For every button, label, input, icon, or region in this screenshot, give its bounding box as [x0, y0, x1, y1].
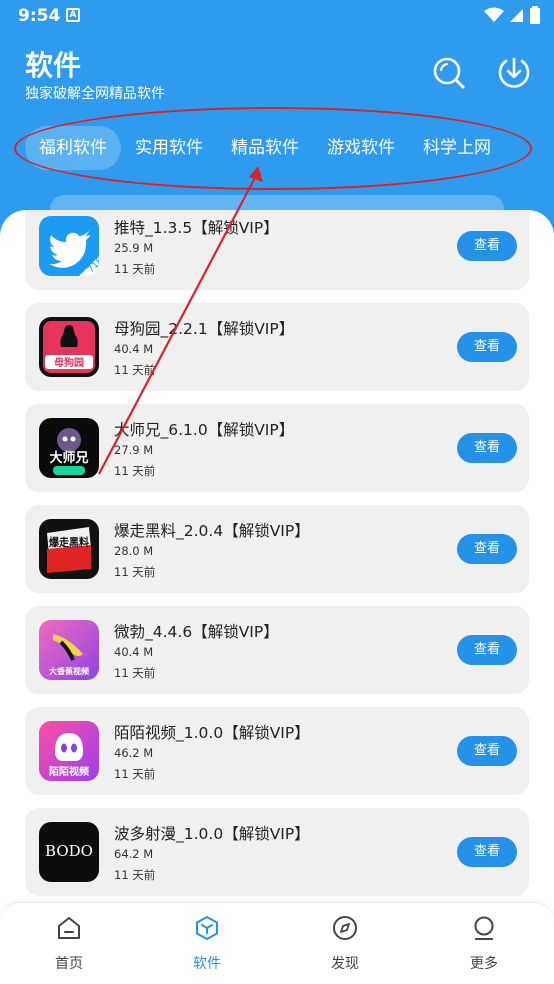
list-item[interactable]: 陌陌视频 陌陌视频_1.0.0【解锁VIP】 46.2 M 11 天前 查看 — [25, 707, 529, 795]
tab-shiyong[interactable]: 实用软件 — [121, 126, 217, 170]
list-item[interactable]: BODO 波多射漫_1.0.0【解锁VIP】 64.2 M 11 天前 查看 — [25, 808, 529, 896]
app-list: 718 推特_1.3.5【解锁VIP】 25.9 M 11 天前 查看 母狗园 … — [0, 210, 554, 902]
svg-text:大师兄: 大师兄 — [49, 450, 88, 466]
home-icon — [58, 917, 80, 939]
app-date: 11 天前 — [114, 565, 156, 579]
person-icon — [474, 916, 494, 940]
view-button[interactable]: 查看 — [457, 433, 517, 463]
view-button[interactable]: 查看 — [457, 231, 517, 261]
list-item[interactable]: 母狗园 母狗园_2.2.1【解锁VIP】 40.4 M 11 天前 查看 — [25, 303, 529, 391]
page-subtitle: 独家破解全网精品软件 — [25, 86, 165, 102]
app-size: 28.0 M — [114, 544, 154, 558]
nav-more-label: 更多 — [470, 956, 498, 972]
wifi-icon — [484, 7, 504, 22]
app-date: 11 天前 — [114, 767, 156, 781]
app-size: 40.4 M — [114, 645, 154, 659]
app-size: 27.9 M — [114, 443, 154, 457]
tab-fuli[interactable]: 福利软件 — [25, 126, 121, 170]
app-name: 推特_1.3.5【解锁VIP】 — [114, 219, 279, 237]
app-name: 母狗园_2.2.1【解锁VIP】 — [114, 320, 295, 338]
status-bar: 9:54 A — [0, 0, 554, 32]
search-button[interactable] — [430, 54, 466, 90]
cube-icon — [196, 916, 218, 940]
battery-icon — [530, 6, 540, 24]
app-date: 11 天前 — [114, 666, 156, 680]
baozou-icon: 爆走黑料 — [39, 519, 99, 579]
view-button[interactable]: 查看 — [457, 837, 517, 867]
notification-icon: A — [66, 8, 80, 22]
svg-text:母狗园: 母狗园 — [54, 356, 84, 369]
bottom-nav: 首页 软件 发现 更多 — [0, 902, 554, 984]
nav-home[interactable]: 首页 — [34, 915, 104, 973]
compass-icon — [333, 916, 357, 940]
page-title: 软件 — [25, 49, 82, 82]
category-tabs: 福利软件 实用软件 精品软件 游戏软件 科学上网 — [25, 126, 505, 170]
app-name: 爆走黑料_2.0.4【解锁VIP】 — [114, 522, 310, 540]
tab-youxi[interactable]: 游戏软件 — [313, 126, 409, 170]
weibo-banana-icon: 大香蕉视频 — [39, 620, 99, 680]
download-button[interactable] — [496, 54, 532, 90]
list-item[interactable]: 爆走黑料 爆走黑料_2.0.4【解锁VIP】 28.0 M 11 天前 查看 — [25, 505, 529, 593]
svg-text:陌陌视频: 陌陌视频 — [49, 765, 89, 778]
list-item[interactable]: 大师兄 大师兄_6.1.0【解锁VIP】 27.9 M 11 天前 查看 — [25, 404, 529, 492]
app-size: 25.9 M — [114, 241, 154, 255]
bodo-icon: BODO — [39, 822, 99, 882]
view-button[interactable]: 查看 — [457, 332, 517, 362]
app-name: 陌陌视频_1.0.0【解锁VIP】 — [114, 724, 310, 742]
app-date: 11 天前 — [114, 262, 156, 276]
nav-more[interactable]: 更多 — [449, 915, 519, 973]
nav-discover[interactable]: 发现 — [310, 915, 380, 973]
app-name: 微勃_4.4.6【解锁VIP】 — [114, 623, 279, 641]
download-icon — [498, 57, 530, 88]
view-button[interactable]: 查看 — [457, 736, 517, 766]
tab-jingpin[interactable]: 精品软件 — [217, 126, 313, 170]
dashixiong-icon: 大师兄 — [39, 418, 99, 478]
svg-text:爆走黑料: 爆走黑料 — [49, 535, 89, 549]
nav-software[interactable]: 软件 — [172, 915, 242, 973]
app-name: 波多射漫_1.0.0【解锁VIP】 — [114, 825, 310, 843]
mugouyuan-icon: 母狗园 — [39, 317, 99, 377]
view-button[interactable]: 查看 — [457, 534, 517, 564]
app-size: 64.2 M — [114, 847, 154, 861]
tab-kexue[interactable]: 科学上网 — [409, 126, 505, 170]
app-size: 40.4 M — [114, 342, 154, 356]
app-name: 大师兄_6.1.0【解锁VIP】 — [114, 421, 295, 439]
list-item[interactable]: 大香蕉视频 微勃_4.4.6【解锁VIP】 40.4 M 11 天前 查看 — [25, 606, 529, 694]
svg-text:BODO: BODO — [45, 842, 93, 860]
signal-icon — [510, 9, 523, 22]
status-icons — [484, 6, 540, 24]
app-size: 46.2 M — [114, 746, 154, 760]
list-item[interactable]: 718 推特_1.3.5【解锁VIP】 25.9 M 11 天前 查看 — [25, 210, 529, 290]
app-date: 11 天前 — [114, 464, 156, 478]
twitter-bird-icon: 718 — [39, 216, 99, 276]
status-time: 9:54 — [18, 6, 61, 26]
nav-software-label: 软件 — [193, 956, 221, 972]
momo-icon: 陌陌视频 — [39, 721, 99, 781]
svg-text:大香蕉视频: 大香蕉视频 — [49, 666, 89, 676]
search-icon — [433, 57, 465, 89]
app-date: 11 天前 — [114, 363, 156, 377]
app-date: 11 天前 — [114, 868, 156, 882]
nav-home-label: 首页 — [55, 956, 83, 972]
nav-discover-label: 发现 — [331, 956, 359, 972]
view-button[interactable]: 查看 — [457, 635, 517, 665]
